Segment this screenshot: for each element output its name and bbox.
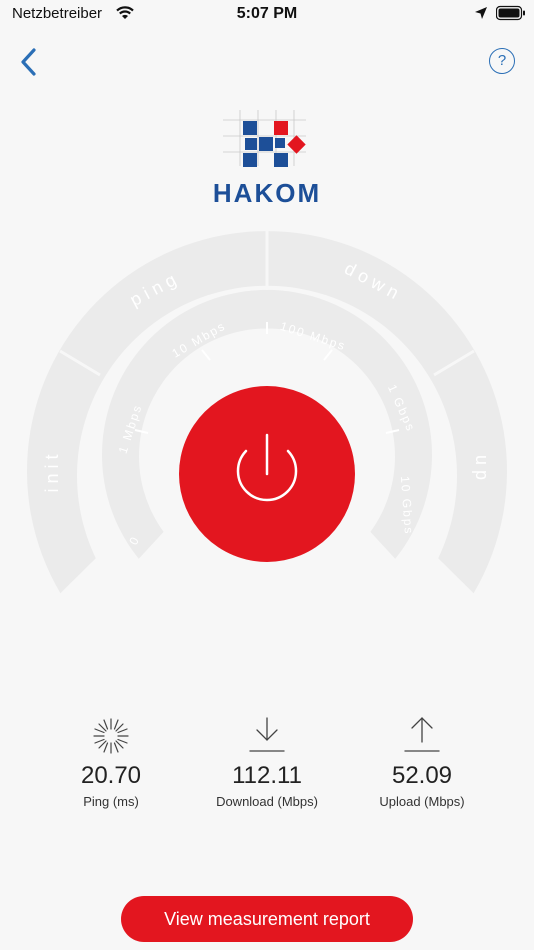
chevron-left-icon — [21, 48, 36, 76]
upload-label: Upload (Mbps) — [379, 794, 465, 809]
view-report-button[interactable]: View measurement report — [121, 896, 413, 942]
ping-burst-icon — [93, 718, 129, 754]
back-button[interactable] — [14, 45, 46, 79]
download-label: Download (Mbps) — [216, 794, 318, 809]
upload-result: 52.09 Upload (Mbps) — [342, 712, 502, 809]
download-arrow-icon — [249, 717, 285, 752]
ping-result: 20.70 Ping (ms) — [31, 712, 191, 809]
start-test-button[interactable] — [179, 386, 355, 562]
gauge-segment-init: init — [42, 449, 62, 492]
power-icon — [236, 433, 298, 502]
upload-arrow-icon — [404, 717, 440, 752]
help-button[interactable]: ? — [489, 48, 515, 74]
ping-value: 20.70 — [80, 762, 142, 789]
download-value: 112.11 — [232, 762, 302, 789]
battery-icon — [496, 5, 525, 21]
hakom-logo-icon — [223, 110, 306, 167]
status-bar: Netzbetreiber 5:07 PM — [0, 0, 534, 28]
gauge-segment-up: up — [472, 455, 492, 485]
brand-name: HAKOM — [212, 178, 322, 208]
results-panel: 20.70 Ping (ms) 112.11 Download (Mbps) 5… — [0, 712, 534, 812]
ping-label: Ping (ms) — [83, 794, 139, 809]
upload-value: 52.09 — [391, 762, 453, 789]
clock: 5:07 PM — [236, 5, 298, 22]
download-result: 112.11 Download (Mbps) — [187, 712, 347, 809]
location-arrow-icon — [475, 7, 487, 19]
